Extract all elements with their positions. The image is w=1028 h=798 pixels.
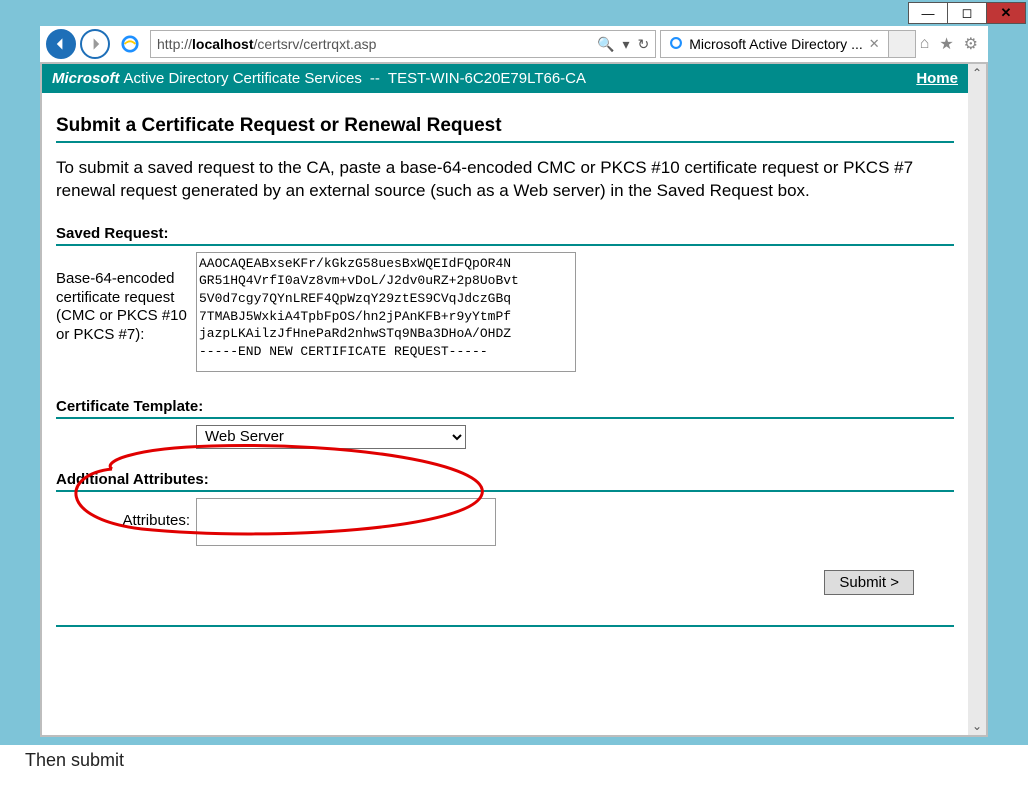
settings-gear-icon[interactable]: ⚙ xyxy=(964,34,978,54)
banner-separator: -- xyxy=(370,70,380,87)
additional-attributes-heading: Additional Attributes: xyxy=(56,471,954,488)
bottom-rule xyxy=(56,625,954,627)
tab-close-button[interactable]: ✕ xyxy=(869,36,880,52)
vertical-scrollbar[interactable]: ⌃ ⌄ xyxy=(968,64,986,735)
certificate-template-select[interactable]: Web Server xyxy=(196,425,466,449)
favorites-icon[interactable]: ★ xyxy=(939,34,953,54)
page-title: Submit a Certificate Request or Renewal … xyxy=(56,115,954,137)
saved-request-field-label: Base-64-encoded certificate request (CMC… xyxy=(56,252,190,345)
arrow-left-icon xyxy=(54,37,68,51)
certificate-template-heading: Certificate Template: xyxy=(56,398,954,415)
nav-back-button[interactable] xyxy=(46,29,76,59)
banner-ca-name: TEST-WIN-6C20E79LT66-CA xyxy=(388,70,586,87)
new-tab-button[interactable] xyxy=(888,30,916,58)
url-dropdown-icon[interactable]: ▾ xyxy=(622,36,629,53)
window-maximize-button[interactable]: ◻ xyxy=(947,2,987,24)
page-banner: Microsoft Active Directory Certificate S… xyxy=(42,64,968,93)
attributes-textarea[interactable] xyxy=(196,498,496,546)
window-close-button[interactable]: ✕ xyxy=(986,2,1026,24)
home-icon[interactable]: ⌂ xyxy=(920,35,930,53)
scroll-down-icon[interactable]: ⌄ xyxy=(972,719,982,733)
search-icon[interactable]: 🔍 xyxy=(597,36,614,53)
certificate-template-rule xyxy=(56,417,954,419)
title-rule xyxy=(56,141,954,143)
saved-request-rule xyxy=(56,244,954,246)
additional-attributes-rule xyxy=(56,490,954,492)
saved-request-heading: Saved Request: xyxy=(56,225,954,242)
browser-tab[interactable]: Microsoft Active Directory ... ✕ xyxy=(660,30,888,58)
ie-logo-icon xyxy=(120,34,140,54)
attributes-field-label: Attributes: xyxy=(56,498,190,529)
arrow-right-icon xyxy=(88,37,102,51)
saved-request-textarea[interactable]: AAOCAQEABxseKFr/kGkzG58uesBxWQEIdFQpOR4N… xyxy=(196,252,576,372)
window-minimize-button[interactable]: — xyxy=(908,2,948,24)
address-bar[interactable]: http://localhost/certsrv/certrqxt.asp 🔍 … xyxy=(150,30,656,58)
nav-forward-button[interactable] xyxy=(80,29,110,59)
url-text: http://localhost/certsrv/certrqxt.asp xyxy=(157,36,597,52)
banner-product: Active Directory Certificate Services xyxy=(124,70,362,87)
home-link[interactable]: Home xyxy=(916,70,958,87)
ie-tab-icon xyxy=(669,36,683,53)
scroll-up-icon[interactable]: ⌃ xyxy=(972,66,982,80)
submit-button[interactable]: Submit > xyxy=(824,570,914,595)
caption-below-window: Then submit xyxy=(25,750,124,771)
refresh-icon[interactable]: ↻ xyxy=(638,36,650,53)
banner-brand: Microsoft xyxy=(52,70,120,87)
tab-title: Microsoft Active Directory ... xyxy=(689,36,862,52)
instructions-text: To submit a saved request to the CA, pas… xyxy=(56,157,954,203)
